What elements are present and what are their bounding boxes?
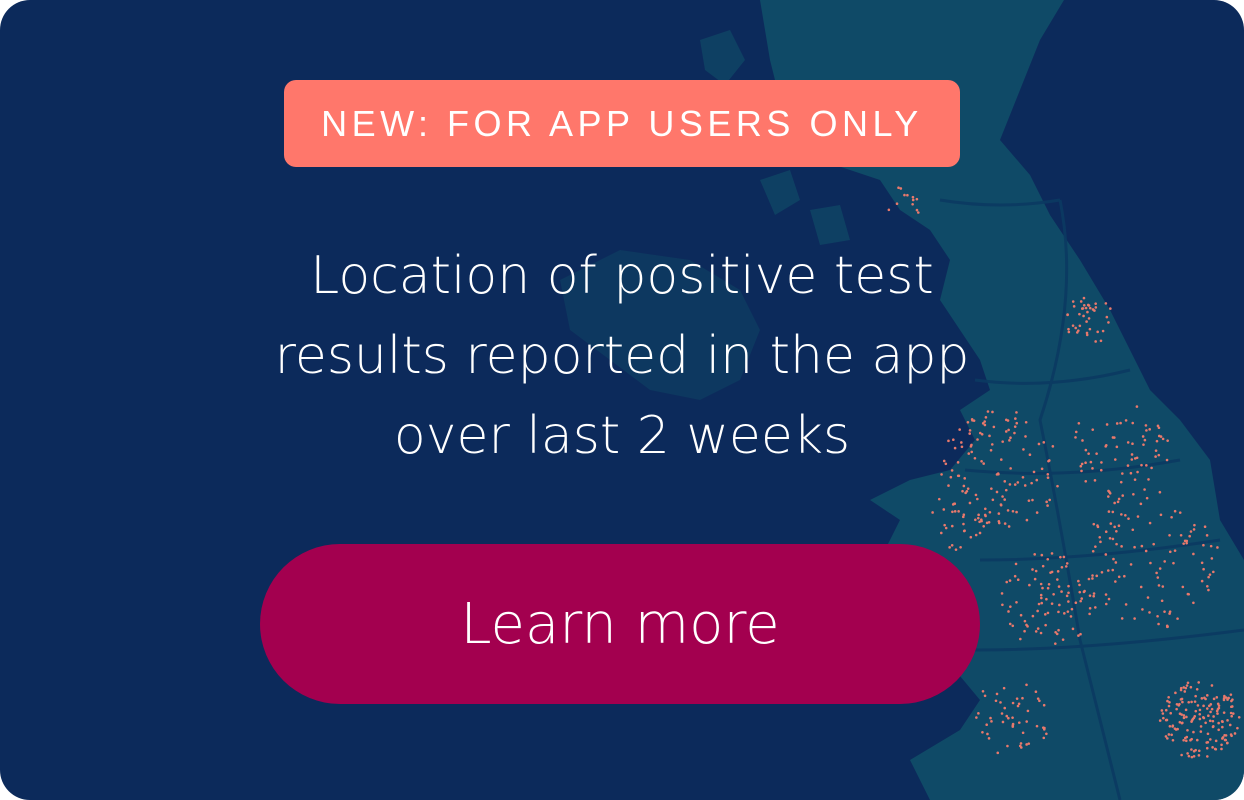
headline-line-2: results reported in the app (274, 326, 970, 386)
headline-line-1: Location of positive test (310, 246, 934, 306)
headline: Location of positive test results report… (240, 236, 1004, 476)
learn-more-button[interactable]: Learn more (260, 544, 980, 704)
promo-card: NEW: FOR APP USERS ONLY Location of posi… (0, 0, 1244, 800)
headline-line-3: over last 2 weeks (393, 406, 851, 466)
new-feature-badge: NEW: FOR APP USERS ONLY (284, 80, 960, 167)
